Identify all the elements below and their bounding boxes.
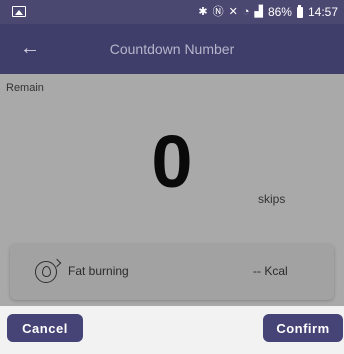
status-time: 14:57: [307, 5, 338, 19]
battery-percent: 86%: [267, 5, 292, 19]
nfc-icon: Ⓝ: [212, 6, 224, 18]
wifi-icon: ◔: [242, 6, 250, 18]
remain-label: Remain: [6, 82, 44, 94]
cancel-button[interactable]: Cancel: [7, 314, 83, 342]
countdown-unit: skips: [258, 192, 286, 206]
countdown-value: 0: [151, 120, 193, 203]
status-indicators: ✱ Ⓝ ✕ ◔ ▟ 86% 14:57: [198, 3, 338, 21]
confirm-button[interactable]: Confirm: [263, 314, 343, 342]
signal-icon: ▟: [254, 6, 263, 18]
countdown-panel: Remain 0 skips Fat burning -- Kcal: [0, 74, 344, 306]
image-notification-icon: [12, 6, 26, 17]
page-title: Countdown Number: [109, 41, 235, 57]
app-bar: Countdown Number ←: [0, 24, 344, 74]
status-bar: ✱ Ⓝ ✕ ◔ ▟ 86% 14:57: [0, 0, 344, 24]
battery-icon: [296, 5, 303, 18]
fat-burning-card: Fat burning -- Kcal: [10, 244, 334, 300]
dialog-footer: Cancel Confirm: [0, 306, 344, 354]
calorie-flame-icon: [35, 261, 57, 283]
mute-icon: ✕: [228, 6, 238, 18]
fat-burning-value: -- Kcal: [253, 264, 288, 278]
back-arrow-icon[interactable]: ←: [20, 37, 42, 59]
bluetooth-icon: ✱: [198, 6, 208, 18]
fat-burning-label: Fat burning: [68, 264, 129, 278]
